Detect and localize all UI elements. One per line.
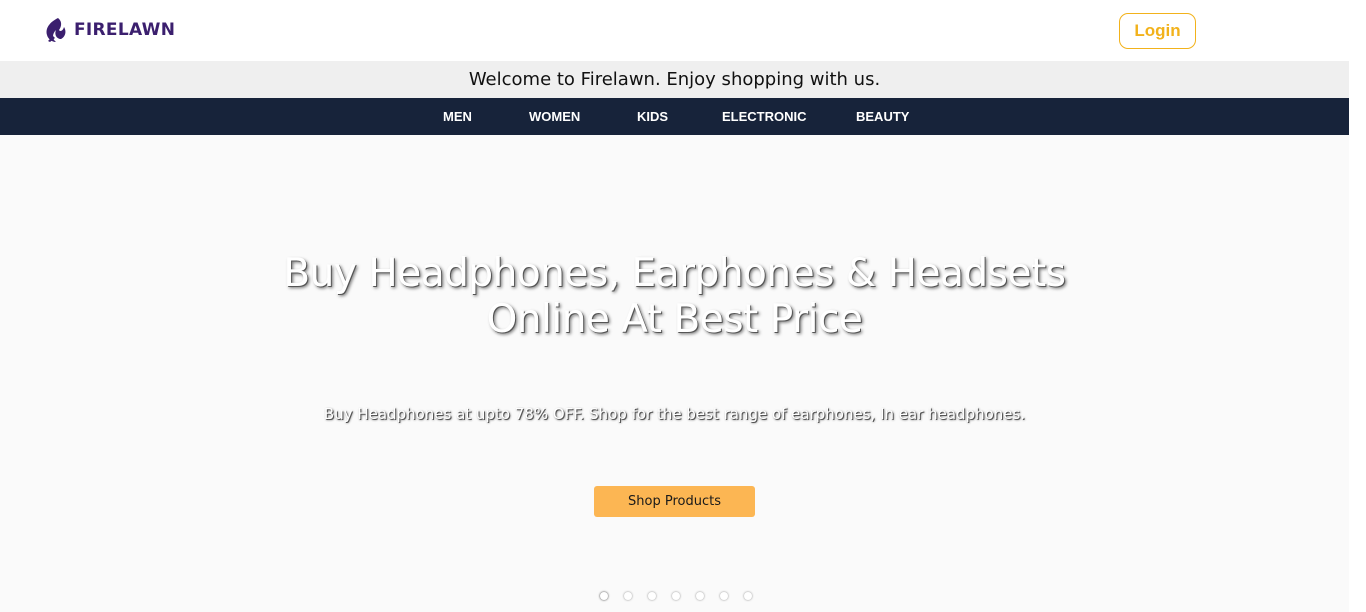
category-nav: MEN WOMEN KIDS ELECTRONIC BEAUTY bbox=[0, 98, 1349, 135]
hero-title: Buy Headphones, Earphones & Headsets Onl… bbox=[0, 251, 1349, 343]
nav-item-men[interactable]: MEN bbox=[443, 98, 472, 135]
brand-logo[interactable]: FIRELAWN bbox=[44, 16, 175, 44]
nav-item-kids[interactable]: KIDS bbox=[637, 98, 668, 135]
welcome-banner: Welcome to Firelawn. Enjoy shopping with… bbox=[0, 61, 1349, 98]
carousel-dot[interactable] bbox=[744, 592, 752, 600]
carousel-dot[interactable] bbox=[600, 592, 608, 600]
hero-subtitle: Buy Headphones at upto 78% OFF. Shop for… bbox=[323, 405, 1026, 423]
hero-title-line-1: Buy Headphones, Earphones & Headsets bbox=[283, 251, 1066, 296]
nav-item-beauty[interactable]: BEAUTY bbox=[856, 98, 909, 135]
flame-logo-icon bbox=[46, 18, 66, 42]
carousel-dot[interactable] bbox=[720, 592, 728, 600]
login-button[interactable]: Login bbox=[1119, 13, 1196, 49]
carousel-indicators bbox=[0, 590, 1349, 602]
nav-item-women[interactable]: WOMEN bbox=[529, 98, 580, 135]
nav-item-electronic[interactable]: ELECTRONIC bbox=[722, 98, 807, 135]
carousel-dot[interactable] bbox=[648, 592, 656, 600]
carousel-dot[interactable] bbox=[624, 592, 632, 600]
hero-carousel: Buy Headphones, Earphones & Headsets Onl… bbox=[0, 135, 1349, 612]
page: FIRELAWN Login Welcome to Firelawn. Enjo… bbox=[0, 0, 1349, 612]
welcome-text: Welcome to Firelawn. Enjoy shopping with… bbox=[468, 69, 881, 90]
shop-products-button[interactable]: Shop Products bbox=[594, 486, 755, 517]
brand-name: FIRELAWN bbox=[74, 20, 176, 40]
site-header: FIRELAWN Login bbox=[0, 0, 1349, 61]
hero-title-line-2: Online At Best Price bbox=[486, 297, 863, 342]
carousel-dot[interactable] bbox=[672, 592, 680, 600]
carousel-dot[interactable] bbox=[696, 592, 704, 600]
